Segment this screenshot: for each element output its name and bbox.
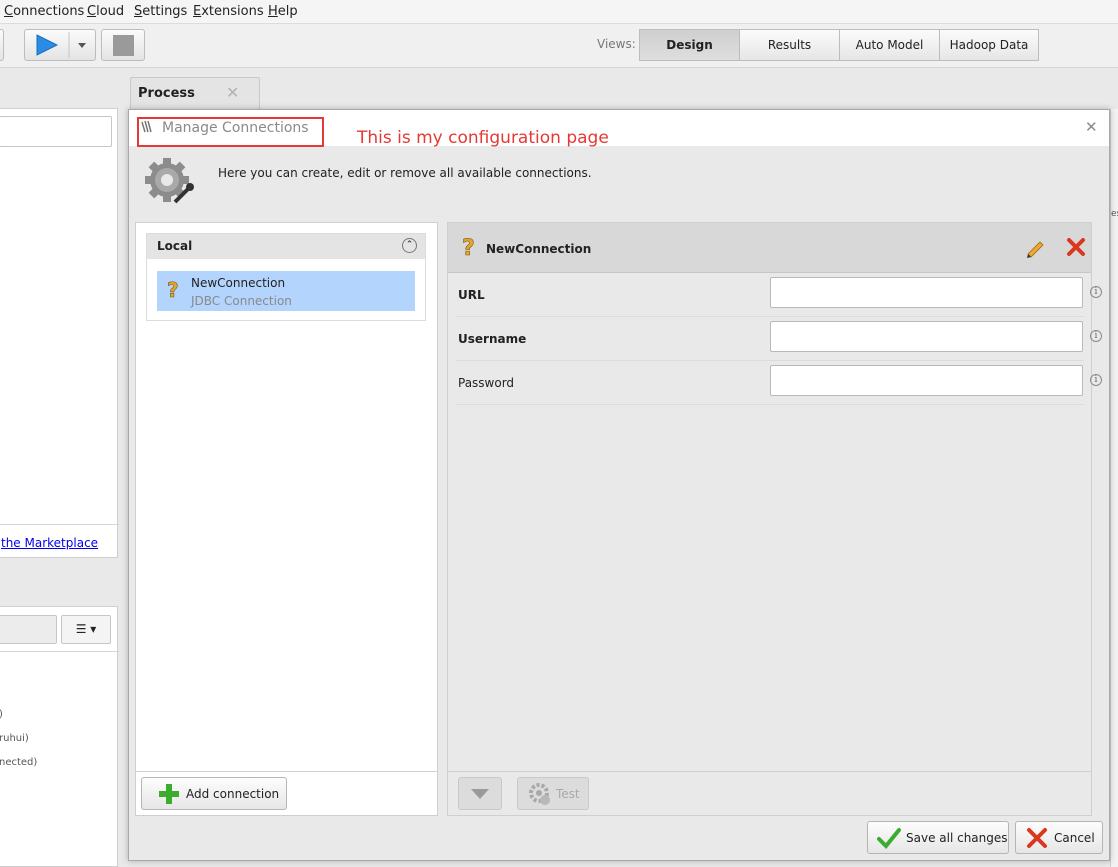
toolbar-cut-button[interactable] — [0, 29, 4, 61]
operators-menu-button[interactable]: ☰ ▾ — [61, 615, 111, 644]
add-connection-button[interactable]: Add connection — [141, 777, 287, 810]
right-panel-edge: es — [1110, 109, 1118, 867]
stop-icon — [113, 35, 134, 56]
panel-divider — [448, 771, 1091, 772]
save-all-changes-button[interactable]: Save all changes — [867, 821, 1009, 854]
operators-search-input[interactable] — [0, 615, 57, 644]
operators-panel: ☰ ▾ ) ruhui) nected) — [0, 606, 119, 867]
menu-connections[interactable]: Connections — [4, 4, 84, 19]
edit-pencil-icon[interactable] — [1024, 236, 1046, 258]
connection-item[interactable]: ? NewConnection JDBC Connection — [157, 271, 415, 311]
panel-divider — [0, 651, 119, 652]
right-fragment: es — [1111, 209, 1118, 219]
connection-detail-panel: ? NewConnection URL i Username i Passwor… — [447, 222, 1102, 816]
field-row-url: URL i — [456, 273, 1102, 317]
view-hadoop-data-button[interactable]: Hadoop Data — [939, 29, 1039, 61]
cancel-button[interactable]: Cancel — [1015, 821, 1103, 854]
detail-header: ? NewConnection — [448, 223, 1091, 273]
collapse-icon[interactable]: ⌃ — [402, 238, 417, 253]
manage-connections-dialog: Manage Connections ✕ This is my configur… — [128, 109, 1110, 861]
connections-list-panel: Local ⌃ ? NewConnection JDBC Connection … — [135, 222, 438, 816]
play-icon — [36, 32, 86, 58]
cancel-x-icon — [1027, 827, 1047, 848]
delete-x-icon[interactable] — [1065, 236, 1087, 258]
annotation-text: This is my configuration page — [357, 128, 609, 148]
info-icon[interactable]: i — [1090, 330, 1102, 342]
panel-divider — [0, 524, 119, 525]
view-design-button[interactable]: Design — [639, 29, 740, 61]
menu-extensions[interactable]: Extensions — [193, 4, 264, 19]
unknown-connection-icon: ? — [462, 236, 475, 261]
url-input[interactable] — [770, 277, 1083, 308]
add-connection-label: Add connection — [186, 786, 280, 801]
panel-divider — [136, 771, 437, 772]
group-label: Local — [157, 239, 193, 253]
menu-help[interactable]: Help — [268, 4, 298, 19]
tab-process-label: Process — [138, 86, 195, 101]
info-icon[interactable]: i — [1090, 286, 1102, 298]
field-row-username: Username i — [456, 317, 1102, 361]
gear-wrench-icon — [145, 158, 194, 204]
field-row-password: Password i — [456, 361, 1102, 405]
views-label: Views: — [597, 37, 636, 51]
connection-name: NewConnection — [191, 276, 286, 290]
tab-process[interactable]: Process ✕ — [130, 77, 260, 110]
menu-bar: Connections Cloud Settings Extensions He… — [0, 0, 1118, 24]
url-label: URL — [458, 288, 485, 302]
list-fragment: ) — [0, 709, 3, 720]
password-label: Password — [458, 376, 515, 390]
save-label: Save all changes — [906, 830, 1008, 845]
marketplace-link[interactable]: the Marketplace — [1, 536, 98, 550]
username-input[interactable] — [770, 321, 1083, 352]
username-label: Username — [458, 332, 527, 346]
group-header[interactable]: Local ⌃ — [147, 234, 425, 259]
chevron-down-icon — [471, 788, 489, 799]
checkmark-icon — [877, 827, 901, 849]
gear-test-icon — [529, 782, 550, 805]
password-input[interactable] — [770, 365, 1083, 396]
close-icon[interactable]: ✕ — [226, 83, 239, 102]
run-button[interactable] — [24, 29, 96, 61]
list-fragment: nected) — [0, 757, 38, 768]
view-results-button[interactable]: Results — [739, 29, 840, 61]
annotation-box — [137, 117, 324, 147]
list-fragment: ruhui) — [0, 733, 29, 744]
repository-search-input[interactable] — [0, 116, 112, 147]
cancel-label: Cancel — [1054, 830, 1095, 845]
connection-type: JDBC Connection — [191, 294, 292, 308]
repository-panel: the Marketplace — [0, 108, 119, 558]
toolbar: Views: Design Results Auto Model Hadoop … — [0, 24, 1118, 68]
info-icon[interactable]: i — [1090, 374, 1102, 386]
svg-text:?: ? — [167, 279, 179, 302]
menu-cloud[interactable]: Cloud — [87, 4, 124, 19]
view-auto-model-button[interactable]: Auto Model — [839, 29, 940, 61]
dialog-description: Here you can create, edit or remove all … — [218, 166, 592, 180]
plus-icon — [159, 783, 179, 804]
test-button[interactable]: Test — [517, 777, 589, 810]
detail-connection-name: NewConnection — [486, 242, 592, 256]
stop-button[interactable] — [101, 29, 145, 61]
dialog-close-icon[interactable]: ✕ — [1085, 118, 1098, 136]
connection-group: Local ⌃ ? NewConnection JDBC Connection — [146, 233, 426, 321]
test-label: Test — [556, 786, 580, 801]
expand-down-button[interactable] — [458, 777, 502, 810]
unknown-connection-icon: ? — [167, 279, 179, 302]
svg-text:?: ? — [462, 236, 475, 261]
menu-settings[interactable]: Settings — [134, 4, 187, 19]
